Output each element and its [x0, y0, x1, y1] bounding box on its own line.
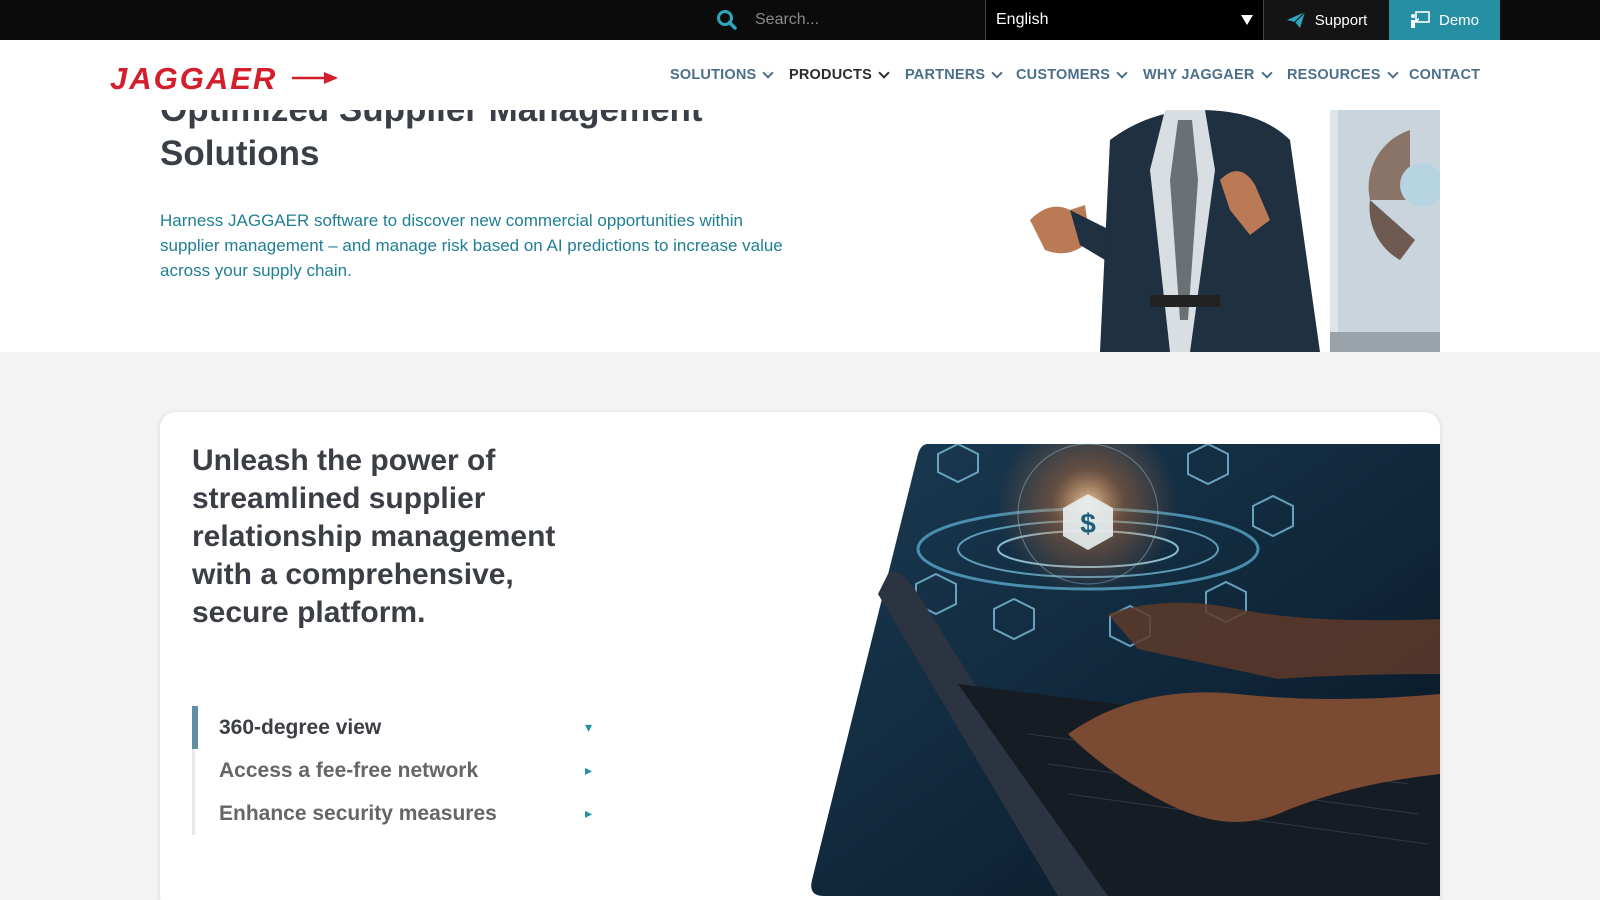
accordion-label: Enhance security measures	[219, 801, 497, 825]
feature-accordion: 360-degree view ▾ Access a fee-free netw…	[192, 706, 602, 835]
support-button[interactable]: Support	[1264, 0, 1389, 40]
nav-contact[interactable]: CONTACT	[1409, 67, 1480, 83]
accordion-label: 360-degree view	[219, 715, 382, 739]
feature-card: Unleash the power of streamlined supplie…	[160, 412, 1440, 900]
search-input[interactable]	[755, 5, 975, 35]
chevron-down-icon	[762, 67, 775, 79]
nav-why-jaggaer[interactable]: WHY JAGGAER	[1143, 67, 1273, 83]
chevron-down-icon	[878, 67, 890, 79]
accordion-item-360-view[interactable]: 360-degree view ▾	[192, 706, 602, 749]
search-icon[interactable]	[716, 9, 738, 31]
nav-partners[interactable]: PARTNERS	[905, 67, 1003, 83]
demo-label: Demo	[1438, 11, 1479, 29]
main-navbar: JAGGAER SOLUTIONS PRODUCTS PARTNERS CUST…	[0, 40, 1600, 110]
hero-title: Optimized Supplier Management Solutions	[160, 110, 800, 176]
caret-down-icon	[1241, 15, 1253, 25]
hero-title-line-2: Solutions	[160, 134, 320, 173]
triangle-down-icon: ▾	[584, 719, 592, 735]
presenter-photo	[1030, 110, 1440, 352]
primary-nav: SOLUTIONS PRODUCTS PARTNERS CUSTOMERS WH…	[0, 40, 1600, 110]
nav-contact-label: CONTACT	[1409, 67, 1481, 83]
presentation-icon	[1410, 11, 1430, 28]
language-select[interactable]: English	[985, 0, 1264, 40]
nav-partners-label: PARTNERS	[905, 67, 986, 83]
hero-title-line-1: Optimized Supplier Management	[160, 110, 703, 129]
triangle-right-icon: ▸	[584, 762, 592, 778]
nav-resources-label: RESOURCES	[1287, 67, 1381, 83]
nav-resources[interactable]: RESOURCES	[1287, 67, 1399, 83]
nav-solutions-label: SOLUTIONS	[670, 67, 757, 83]
support-label: Support	[1314, 11, 1368, 29]
paper-plane-icon	[1286, 11, 1306, 28]
svg-text:$: $	[1080, 508, 1096, 539]
nav-products-label: PRODUCTS	[789, 67, 872, 83]
nav-customers[interactable]: CUSTOMERS	[1016, 67, 1128, 83]
triangle-right-icon: ▸	[584, 805, 592, 821]
demo-button[interactable]: Demo	[1389, 0, 1500, 40]
chevron-down-icon	[991, 67, 1003, 79]
chevron-down-icon	[1260, 67, 1273, 79]
accordion-item-security-measures[interactable]: Enhance security measures ▸	[195, 792, 602, 835]
hero-section: Optimized Supplier Management Solutions …	[0, 110, 1600, 352]
language-select-value: English	[996, 11, 1049, 28]
nav-solutions[interactable]: SOLUTIONS	[670, 67, 775, 83]
chevron-down-icon	[1116, 67, 1128, 79]
card-title: Unleash the power of streamlined supplie…	[192, 444, 556, 629]
nav-customers-label: CUSTOMERS	[1016, 67, 1111, 83]
chevron-down-icon	[1386, 67, 1399, 79]
accordion-item-fee-free-network[interactable]: Access a fee-free network ▸	[195, 749, 602, 792]
hero-description: Harness JAGGAER software to discover new…	[160, 211, 783, 280]
nav-why-jaggaer-label: WHY JAGGAER	[1143, 67, 1255, 83]
accordion-label: Access a fee-free network	[219, 758, 479, 782]
utility-bar: English Support Demo	[0, 0, 1600, 40]
digital-network-laptop-image: $	[811, 444, 1440, 896]
nav-products[interactable]: PRODUCTS	[789, 67, 890, 83]
